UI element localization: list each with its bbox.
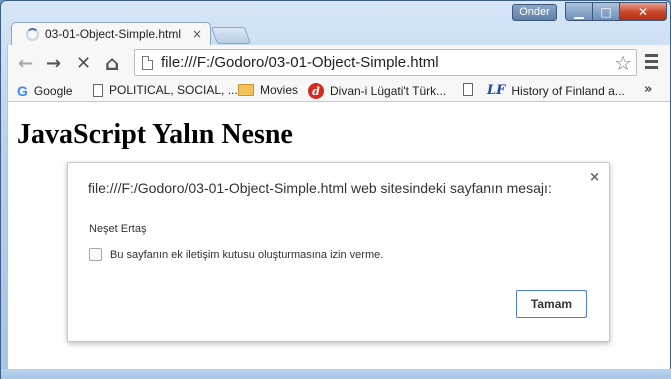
- chrome-menu-icon[interactable]: [645, 54, 658, 72]
- suppress-dialogs-checkbox[interactable]: [89, 248, 102, 261]
- bookmark-untitled[interactable]: [463, 83, 479, 96]
- page-content: JavaScript Yalın Nesne file:///F:/Godoro…: [7, 102, 670, 369]
- browser-toolbar: ← → ✕ ⌂ file:///F:/Godoro/03-01-Object-S…: [7, 45, 670, 80]
- bookmark-divan[interactable]: d Divan-i Lügati't Türk...: [308, 83, 446, 99]
- tab-close-icon[interactable]: ×: [192, 27, 202, 41]
- user-profile-button[interactable]: Onder: [512, 4, 557, 21]
- bookmark-history-finland[interactable]: LF History of Finland a...: [487, 83, 625, 98]
- bookmarks-bar: G Google POLITICAL, SOCIAL, ... Movies d…: [7, 80, 670, 102]
- window-caption-buttons: ▁ □ ✕: [565, 2, 667, 21]
- bookmark-label: Movies: [260, 83, 299, 97]
- dialog-message: Neşet Ertaş: [89, 223, 147, 235]
- home-icon[interactable]: ⌂: [105, 51, 119, 75]
- loading-spinner-icon: [26, 27, 39, 41]
- bookmark-label: Divan-i Lügati't Türk...: [330, 84, 447, 98]
- ok-button[interactable]: Tamam: [516, 290, 587, 318]
- page-icon: [463, 83, 473, 96]
- bookmark-movies[interactable]: Movies: [238, 83, 298, 97]
- dialog-title: file:///F:/Godoro/03-01-Object-Simple.ht…: [88, 180, 552, 196]
- divan-icon: d: [308, 83, 324, 99]
- page-heading: JavaScript Yalın Nesne: [17, 119, 293, 150]
- new-tab-button[interactable]: [210, 27, 252, 44]
- stop-loading-icon[interactable]: ✕: [76, 53, 91, 74]
- maximize-button[interactable]: □: [593, 2, 620, 21]
- lf-icon: LF: [487, 83, 506, 98]
- bookmark-label: Google: [33, 84, 73, 98]
- more-bookmarks-icon[interactable]: »: [644, 82, 652, 97]
- folder-icon: [238, 84, 254, 96]
- close-window-button[interactable]: ✕: [620, 2, 667, 21]
- bookmark-star-icon[interactable]: ☆: [614, 51, 632, 75]
- browser-tab[interactable]: 03-01-Object-Simple.html ×: [11, 22, 211, 45]
- tab-title: 03-01-Object-Simple.html: [45, 27, 182, 41]
- suppress-dialogs-option[interactable]: Bu sayfanın ek iletişim kutusu oluşturma…: [89, 248, 383, 261]
- page-icon: [93, 83, 103, 97]
- page-icon: [142, 55, 153, 70]
- dialog-close-icon[interactable]: ×: [589, 170, 600, 185]
- minimize-button[interactable]: ▁: [565, 2, 593, 21]
- back-arrow-icon[interactable]: ←: [18, 53, 33, 74]
- browser-window: Onder ▁ □ ✕ 03-01-Object-Simple.html × ←…: [0, 0, 671, 379]
- bookmark-label: POLITICAL, SOCIAL, ...: [109, 83, 238, 97]
- forward-arrow-icon[interactable]: →: [46, 53, 61, 74]
- bookmark-label: History of Finland a...: [511, 83, 625, 98]
- bookmark-political-social[interactable]: POLITICAL, SOCIAL, ...: [93, 83, 238, 97]
- address-bar[interactable]: file:///F:/Godoro/03-01-Object-Simple.ht…: [134, 49, 637, 76]
- bookmark-google[interactable]: G Google: [17, 83, 73, 99]
- alert-dialog: file:///F:/Godoro/03-01-Object-Simple.ht…: [67, 162, 610, 342]
- suppress-dialogs-label[interactable]: Bu sayfanın ek iletişim kutusu oluşturma…: [110, 249, 383, 261]
- window-bottom-frame: [1, 369, 671, 379]
- url-text[interactable]: file:///F:/Godoro/03-01-Object-Simple.ht…: [161, 54, 614, 71]
- google-icon: G: [17, 83, 28, 99]
